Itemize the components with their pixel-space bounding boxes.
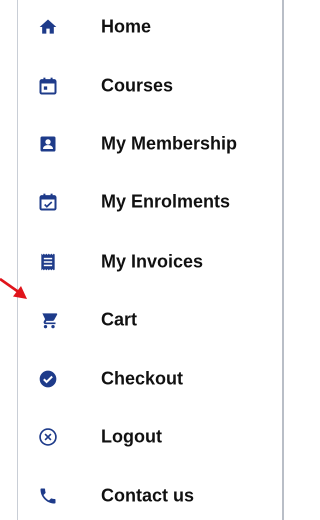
calendar-check-icon — [38, 192, 58, 212]
nav-item-label: Cart — [101, 309, 138, 330]
nav-item-cart[interactable]: Cart — [18, 300, 282, 340]
nav-item-logout[interactable]: Logout — [18, 417, 282, 457]
sidebar-menu: Home Courses My Membership My Enrolments… — [17, 0, 284, 520]
home-icon — [38, 17, 58, 37]
nav-item-my-enrolments[interactable]: My Enrolments — [18, 182, 282, 222]
nav-item-my-membership[interactable]: My Membership — [18, 124, 282, 164]
calendar-icon — [38, 76, 58, 96]
nav-item-label: Contact us — [101, 485, 195, 506]
close-circle-icon — [38, 427, 58, 447]
nav-item-label: My Enrolments — [101, 191, 231, 212]
nav-item-label: Checkout — [101, 368, 184, 389]
red-arrow-icon — [0, 277, 27, 299]
nav-item-checkout[interactable]: Checkout — [18, 359, 282, 399]
nav-item-label: Home — [101, 16, 152, 37]
receipt-icon — [38, 252, 58, 272]
nav-item-contact-us[interactable]: Contact us — [18, 476, 282, 516]
nav-item-home[interactable]: Home — [18, 7, 282, 47]
phone-icon — [38, 486, 58, 506]
nav-item-label: My Membership — [101, 133, 238, 154]
nav-item-courses[interactable]: Courses — [18, 66, 282, 106]
check-circle-icon — [38, 369, 58, 389]
nav-item-label: My Invoices — [101, 251, 204, 272]
nav-item-label: Courses — [101, 75, 174, 96]
nav-item-my-invoices[interactable]: My Invoices — [18, 242, 282, 282]
account-box-icon — [38, 134, 58, 154]
nav-item-label: Logout — [101, 426, 162, 447]
cart-icon — [38, 310, 58, 330]
